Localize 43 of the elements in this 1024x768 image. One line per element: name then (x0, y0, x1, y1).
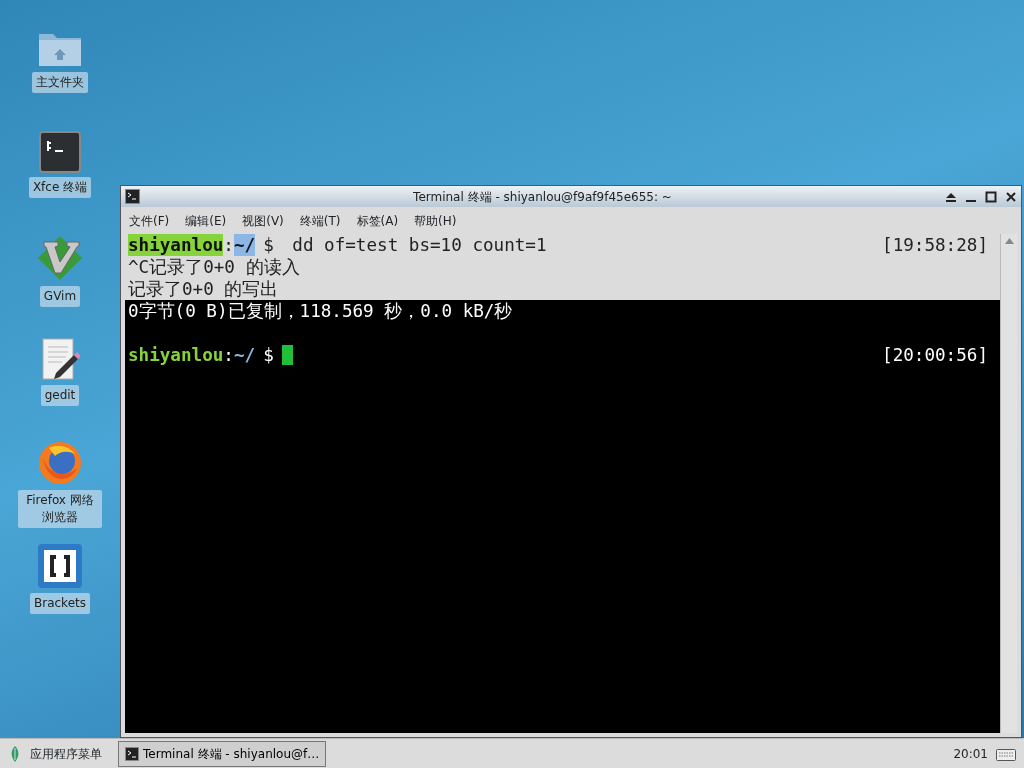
icon-label[interactable]: Xfce 终端 (28, 177, 92, 198)
menu-item[interactable]: 文件(F) (129, 211, 170, 230)
icon-label[interactable]: 主文件夹 (32, 72, 88, 93)
icon-label[interactable]: Brackets (30, 593, 90, 614)
browser-icon[interactable] (37, 440, 83, 486)
prompt-separator: : (223, 234, 234, 256)
scrollbar[interactable] (1000, 234, 1017, 733)
taskbar-button[interactable]: Terminal 终端 - shiyanlou@f… (118, 740, 327, 767)
output-line: ^C记录了0+0 的读入 (128, 257, 300, 277)
icon-label[interactable]: gedit (40, 385, 80, 406)
timestamp: [19:58:28] (882, 234, 988, 256)
prompt-path: ~/ (233, 344, 256, 366)
command-text: dd of=test bs=10 count=1 (291, 234, 547, 256)
output-line: 0字节(0 B)已复制，118.569 秒，0.0 kB/秒 (128, 301, 513, 321)
prompt-user: shiyanlou (128, 344, 224, 366)
icon-label[interactable]: GVim (39, 286, 81, 307)
menu-item[interactable]: 帮助(H) (414, 211, 457, 230)
window-title: Terminal 终端 - shiyanlou@f9af9f45e655: ~ (412, 188, 673, 206)
vim-icon[interactable] (36, 234, 84, 282)
maximize-icon[interactable] (985, 190, 997, 203)
shade-icon[interactable] (945, 190, 957, 203)
scroll-up-icon[interactable] (1004, 238, 1014, 244)
menu-item[interactable]: 终端(T) (299, 211, 341, 230)
output-line: 记录了0+0 的写出 (128, 279, 279, 299)
menu-item[interactable]: 编辑(E) (185, 211, 227, 230)
terminal-icon[interactable] (39, 131, 81, 173)
text-editor-icon[interactable] (40, 337, 80, 381)
applications-menu[interactable]: 应用程序菜单 (30, 744, 102, 763)
timestamp: [20:00:56] (882, 344, 988, 366)
close-icon[interactable] (1005, 190, 1017, 203)
icon-label[interactable]: Firefox 网络浏览器 (18, 490, 102, 528)
terminal-icon (125, 189, 140, 204)
prompt-separator: : (223, 344, 234, 366)
menu-item[interactable]: 标签(A) (356, 211, 399, 230)
text-cursor (281, 345, 293, 365)
terminal-icon (125, 746, 139, 761)
prompt-symbol: $ (263, 234, 274, 256)
clock: 20:01 (953, 745, 988, 763)
prompt-user: shiyanlou (128, 234, 224, 256)
menu-item[interactable]: 视图(V) (242, 211, 284, 230)
prompt-symbol: $ (263, 344, 274, 366)
brackets-icon[interactable] (37, 543, 83, 589)
prompt-path: ~/ (233, 234, 256, 256)
